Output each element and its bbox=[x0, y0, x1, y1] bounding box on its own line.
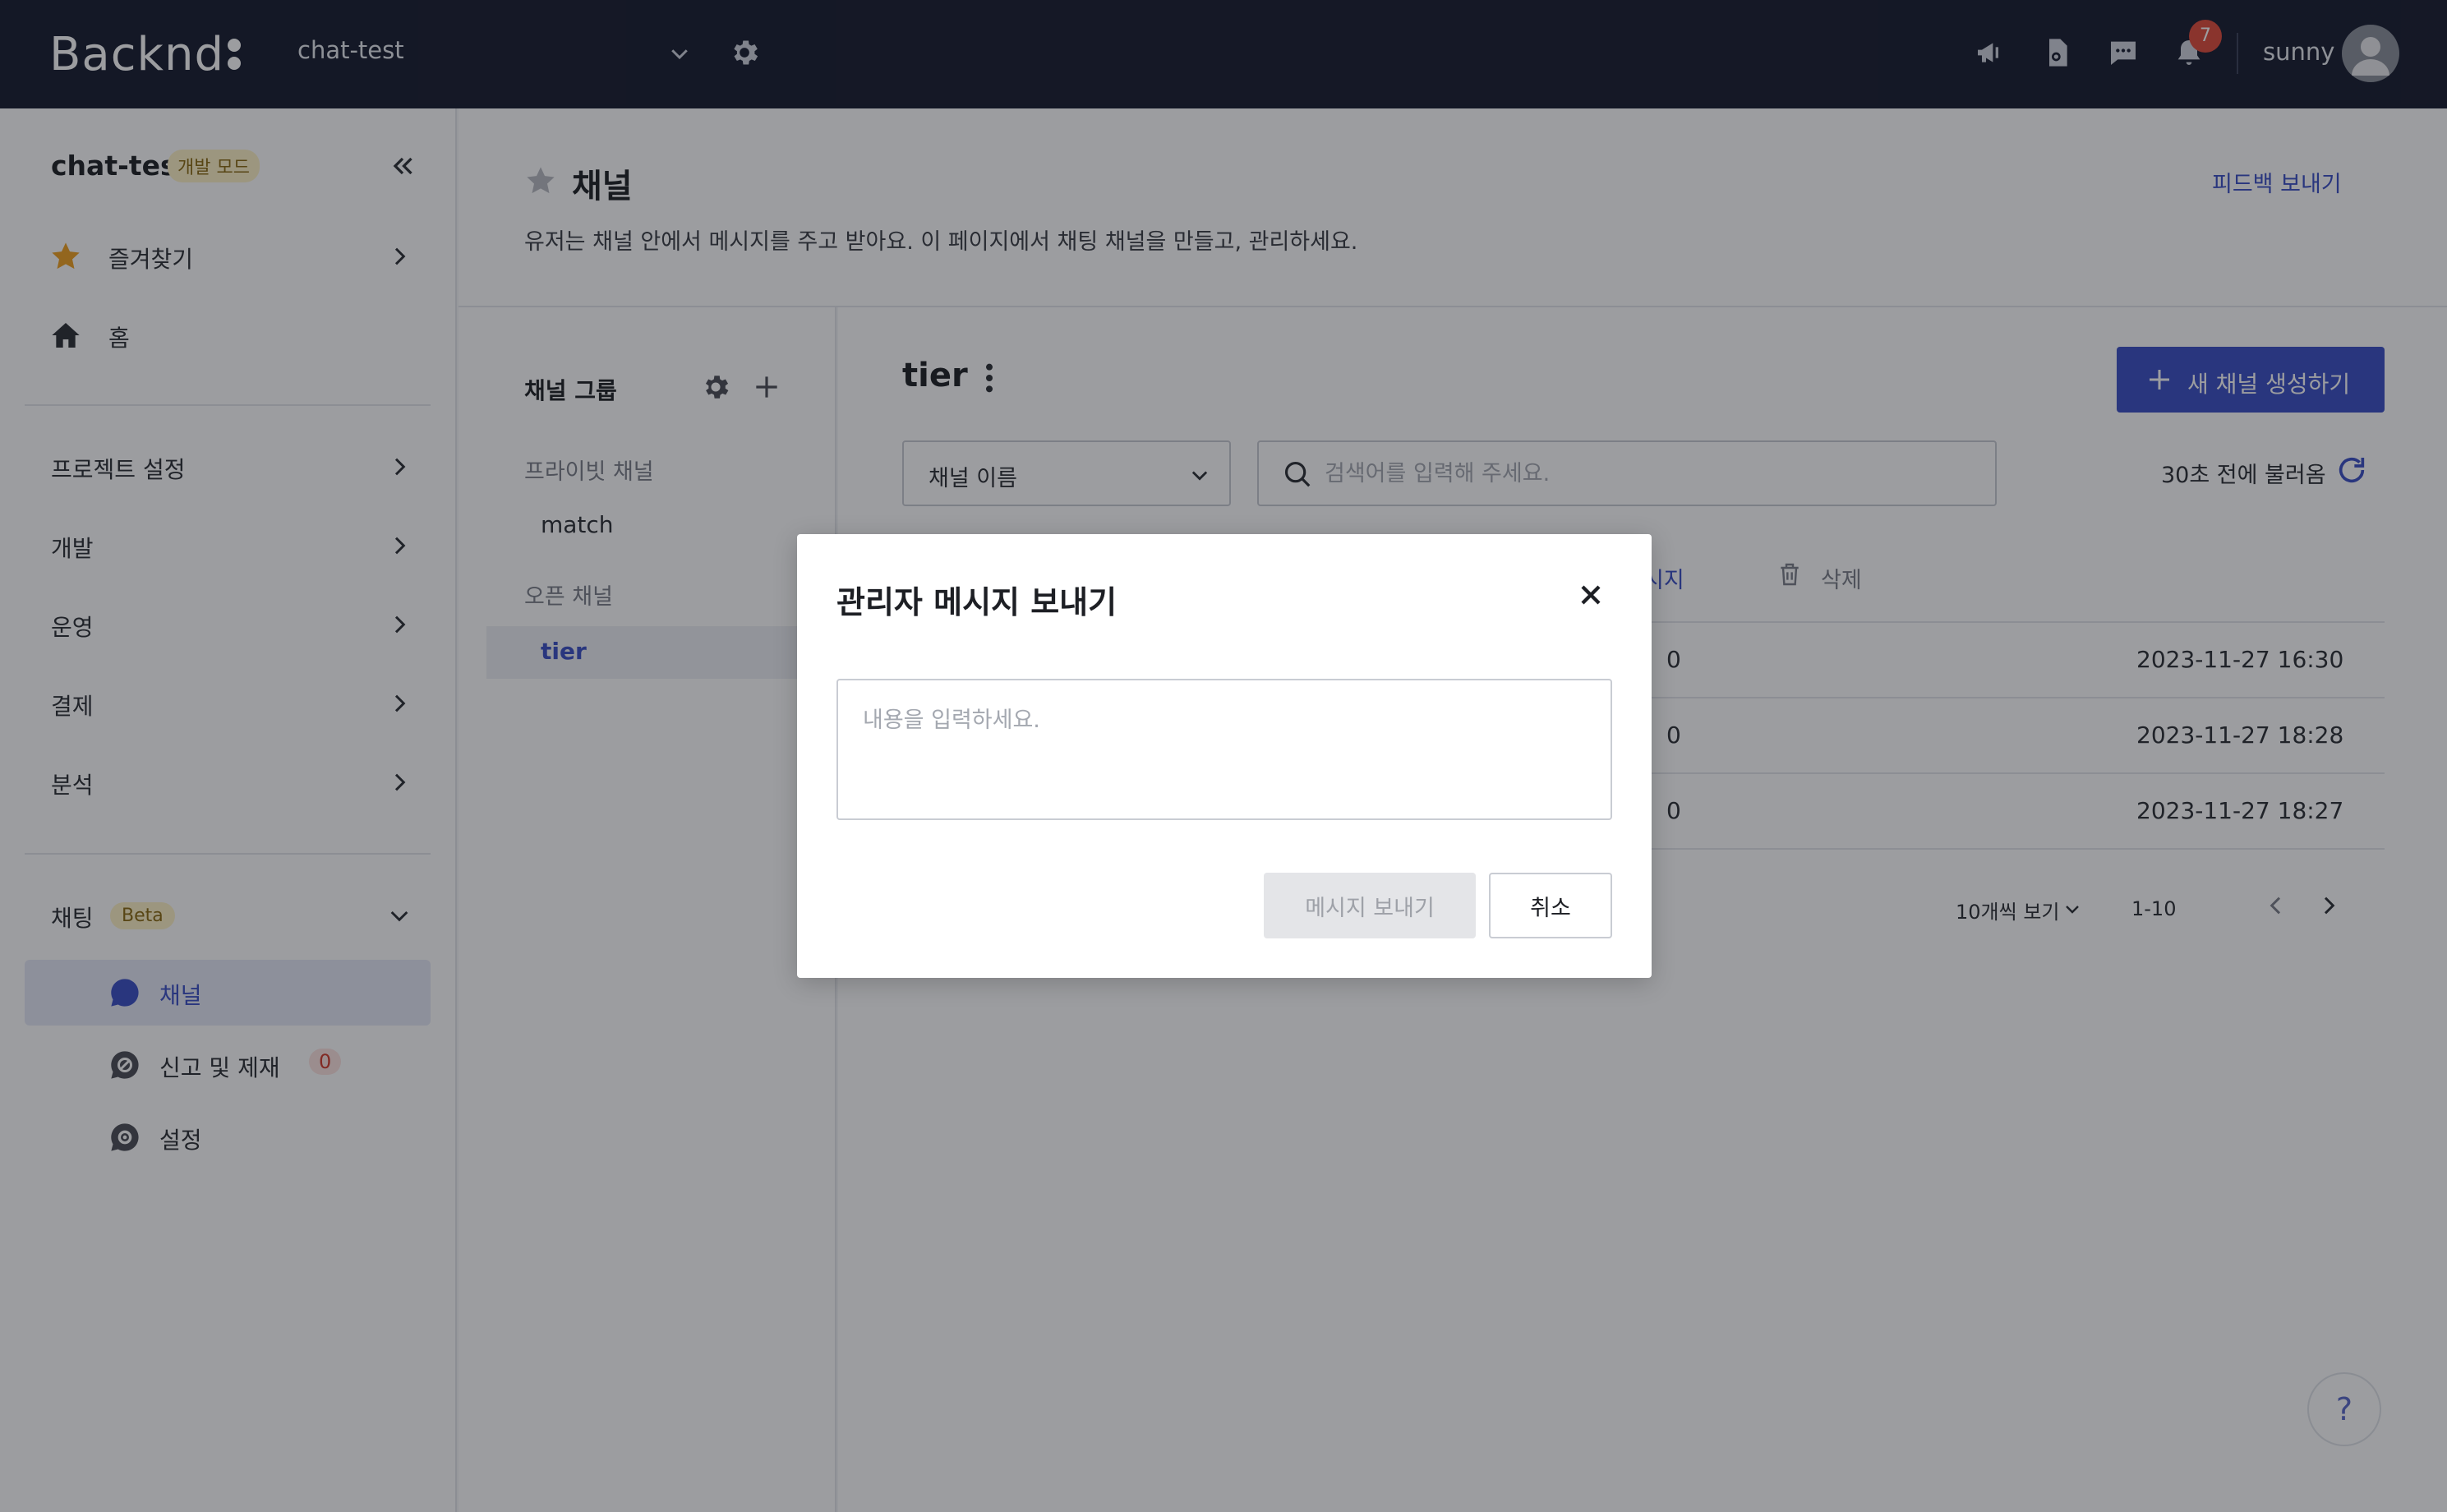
message-textarea[interactable] bbox=[836, 679, 1612, 820]
cancel-button[interactable]: 취소 bbox=[1489, 873, 1612, 938]
admin-message-dialog: 관리자 메시지 보내기 메시지 보내기 취소 bbox=[797, 534, 1652, 978]
close-icon[interactable] bbox=[1574, 579, 1607, 611]
dialog-title: 관리자 메시지 보내기 bbox=[836, 584, 1118, 620]
send-message-button[interactable]: 메시지 보내기 bbox=[1264, 873, 1476, 938]
